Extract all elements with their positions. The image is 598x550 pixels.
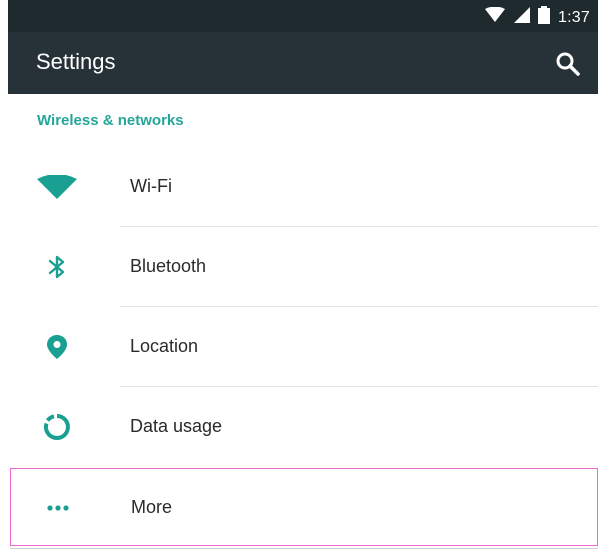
search-icon xyxy=(554,52,582,82)
settings-item-wifi[interactable]: Wi-Fi xyxy=(10,148,598,226)
settings-item-label: More xyxy=(131,497,173,517)
settings-item-label: Location xyxy=(130,336,199,356)
status-icons: 1:37 xyxy=(484,6,590,29)
search-button[interactable] xyxy=(554,50,582,78)
settings-item-label: Wi-Fi xyxy=(130,176,172,196)
divider xyxy=(120,306,598,307)
settings-item-bluetooth[interactable]: Bluetooth xyxy=(10,228,598,306)
data-usage-icon xyxy=(36,410,78,444)
settings-item-more[interactable]: More xyxy=(10,468,598,546)
battery-icon xyxy=(538,6,551,29)
location-pin-icon xyxy=(36,330,78,364)
bluetooth-icon xyxy=(36,250,78,284)
divider xyxy=(10,548,598,549)
divider xyxy=(120,226,598,227)
more-horizontal-icon xyxy=(37,491,79,525)
wifi-icon xyxy=(36,170,78,204)
status-bar: 1:37 xyxy=(8,0,598,32)
status-time: 1:37 xyxy=(558,8,590,26)
app-bar: Settings xyxy=(8,32,598,94)
settings-item-label: Bluetooth xyxy=(130,256,207,276)
page-title: Settings xyxy=(36,49,116,74)
settings-item-location[interactable]: Location xyxy=(10,308,598,386)
signal-icon xyxy=(514,7,531,28)
wifi-icon xyxy=(484,6,506,28)
settings-item-data-usage[interactable]: Data usage xyxy=(10,388,598,466)
section-header: Wireless & networks xyxy=(37,112,184,129)
settings-item-label: Data usage xyxy=(130,416,223,436)
divider xyxy=(120,386,598,387)
